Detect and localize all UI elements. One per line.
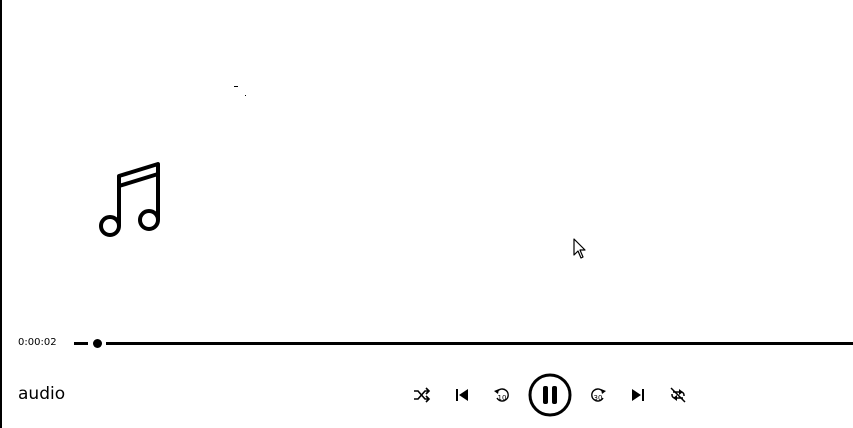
skip-back-button[interactable]: 10 xyxy=(490,383,514,407)
transport-controls: 10 30 xyxy=(402,372,698,418)
media-player-window: 0:00:02 audio 10 30 xyxy=(0,0,853,428)
seek-track[interactable] xyxy=(74,342,853,345)
mouse-pointer-icon xyxy=(573,238,586,259)
artifact-dot xyxy=(245,95,246,96)
pause-icon xyxy=(528,373,572,417)
shuffle-icon xyxy=(414,387,431,403)
repeat-off-icon xyxy=(670,387,686,403)
repeat-button[interactable] xyxy=(666,383,690,407)
skip-next-icon xyxy=(632,389,644,401)
next-button[interactable] xyxy=(626,383,650,407)
seek-slider[interactable] xyxy=(74,334,853,354)
seek-thumb[interactable] xyxy=(93,339,102,348)
skip-back-10-icon: 10 xyxy=(494,388,509,402)
svg-text:10: 10 xyxy=(498,394,507,402)
shuffle-button[interactable] xyxy=(410,383,434,407)
play-pause-button[interactable] xyxy=(528,373,572,417)
skip-forward-30-icon: 30 xyxy=(591,388,606,402)
skip-forward-button[interactable]: 30 xyxy=(586,383,610,407)
artifact-mark xyxy=(234,86,238,87)
svg-text:30: 30 xyxy=(594,394,603,402)
music-note-icon xyxy=(99,162,160,237)
skip-previous-icon xyxy=(456,389,468,401)
track-title: audio xyxy=(18,384,66,404)
elapsed-time: 0:00:02 xyxy=(18,337,57,348)
previous-button[interactable] xyxy=(450,383,474,407)
